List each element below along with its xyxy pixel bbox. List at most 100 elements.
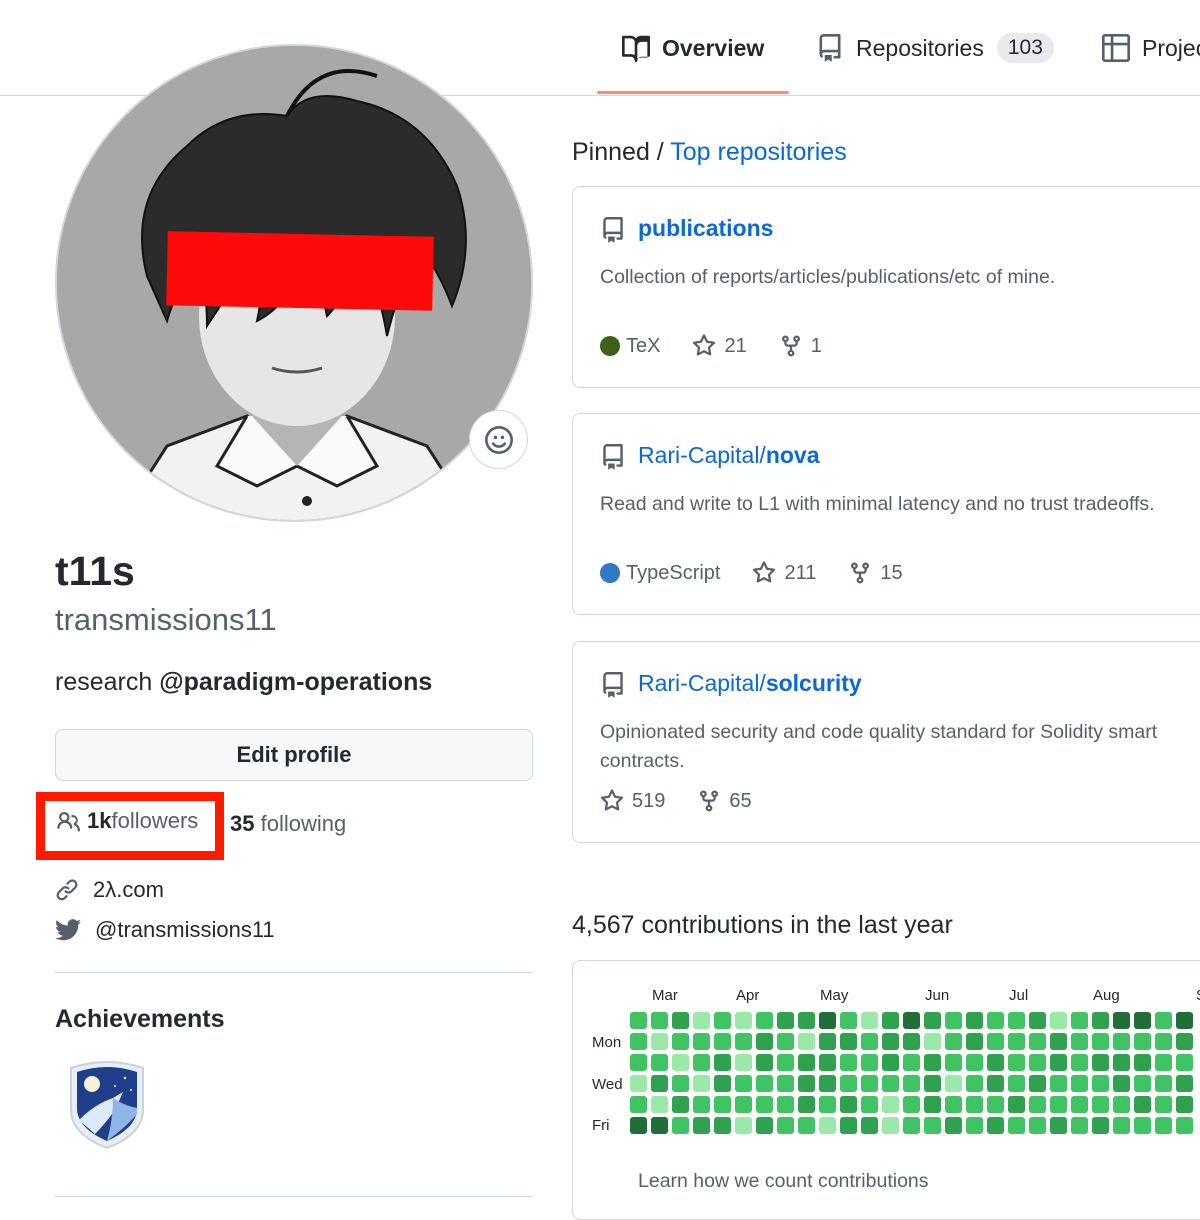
repo-stars-link[interactable]: 21 (692, 334, 747, 358)
contribution-day-cell[interactable] (693, 1117, 710, 1134)
contribution-day-cell[interactable] (861, 1075, 878, 1092)
contribution-day-cell[interactable] (966, 1117, 983, 1134)
website-link[interactable]: 2λ.com (55, 877, 164, 903)
contribution-day-cell[interactable] (798, 1054, 815, 1071)
contribution-day-cell[interactable] (987, 1033, 1004, 1050)
contribution-day-cell[interactable] (1029, 1054, 1046, 1071)
achievement-badge[interactable] (65, 1058, 149, 1155)
contribution-day-cell[interactable] (1008, 1012, 1025, 1029)
contribution-day-cell[interactable] (735, 1117, 752, 1134)
contribution-day-cell[interactable] (1155, 1054, 1172, 1071)
repo-forks-link[interactable]: 15 (848, 561, 903, 585)
contribution-day-cell[interactable] (672, 1117, 689, 1134)
contribution-day-cell[interactable] (1134, 1012, 1151, 1029)
contribution-day-cell[interactable] (798, 1033, 815, 1050)
contribution-day-cell[interactable] (1155, 1012, 1172, 1029)
contribution-day-cell[interactable] (1113, 1117, 1130, 1134)
contribution-day-cell[interactable] (987, 1075, 1004, 1092)
contribution-day-cell[interactable] (630, 1096, 647, 1113)
contribution-day-cell[interactable] (756, 1033, 773, 1050)
contribution-day-cell[interactable] (756, 1096, 773, 1113)
contribution-day-cell[interactable] (756, 1054, 773, 1071)
contribution-day-cell[interactable] (945, 1012, 962, 1029)
contribution-day-cell[interactable] (924, 1075, 941, 1092)
contribution-day-cell[interactable] (1092, 1075, 1109, 1092)
contribution-day-cell[interactable] (1008, 1054, 1025, 1071)
contribution-day-cell[interactable] (777, 1012, 794, 1029)
contribution-day-cell[interactable] (903, 1117, 920, 1134)
contribution-day-cell[interactable] (756, 1075, 773, 1092)
contribution-day-cell[interactable] (945, 1117, 962, 1134)
contribution-day-cell[interactable] (924, 1033, 941, 1050)
contribution-day-cell[interactable] (966, 1033, 983, 1050)
contribution-day-cell[interactable] (714, 1054, 731, 1071)
contribution-day-cell[interactable] (903, 1054, 920, 1071)
contribution-day-cell[interactable] (1008, 1033, 1025, 1050)
contribution-day-cell[interactable] (1092, 1054, 1109, 1071)
contribution-day-cell[interactable] (630, 1054, 647, 1071)
contribution-day-cell[interactable] (798, 1117, 815, 1134)
contribution-day-cell[interactable] (861, 1096, 878, 1113)
contribution-day-cell[interactable] (1134, 1117, 1151, 1134)
contribution-day-cell[interactable] (672, 1075, 689, 1092)
twitter-link[interactable]: @transmissions11 (55, 917, 275, 943)
contribution-day-cell[interactable] (945, 1096, 962, 1113)
contribution-day-cell[interactable] (903, 1033, 920, 1050)
contribution-day-cell[interactable] (882, 1096, 899, 1113)
bio-org-mention[interactable]: @paradigm-operations (159, 668, 432, 696)
contribution-day-cell[interactable] (714, 1096, 731, 1113)
contribution-day-cell[interactable] (672, 1012, 689, 1029)
repo-link[interactable]: Rari-Capital/nova (638, 442, 820, 469)
contribution-day-cell[interactable] (1134, 1075, 1151, 1092)
contribution-day-cell[interactable] (1050, 1012, 1067, 1029)
contribution-day-cell[interactable] (861, 1012, 878, 1029)
contribution-day-cell[interactable] (630, 1033, 647, 1050)
contribution-day-cell[interactable] (1029, 1096, 1046, 1113)
contribution-day-cell[interactable] (1113, 1033, 1130, 1050)
contribution-day-cell[interactable] (651, 1096, 668, 1113)
contribution-day-cell[interactable] (861, 1054, 878, 1071)
contribution-day-cell[interactable] (735, 1054, 752, 1071)
contribution-day-cell[interactable] (630, 1117, 647, 1134)
contribution-day-cell[interactable] (1092, 1117, 1109, 1134)
contribution-day-cell[interactable] (882, 1033, 899, 1050)
contribution-day-cell[interactable] (1071, 1096, 1088, 1113)
contribution-day-cell[interactable] (1092, 1033, 1109, 1050)
contribution-day-cell[interactable] (735, 1012, 752, 1029)
contribution-day-cell[interactable] (1113, 1075, 1130, 1092)
contribution-day-cell[interactable] (777, 1096, 794, 1113)
contribution-day-cell[interactable] (1176, 1096, 1193, 1113)
contribution-day-cell[interactable] (924, 1117, 941, 1134)
contribution-day-cell[interactable] (882, 1054, 899, 1071)
contribution-day-cell[interactable] (966, 1054, 983, 1071)
contribution-day-cell[interactable] (924, 1096, 941, 1113)
contribution-day-cell[interactable] (840, 1075, 857, 1092)
contribution-day-cell[interactable] (1050, 1033, 1067, 1050)
contribution-day-cell[interactable] (630, 1012, 647, 1029)
contribution-day-cell[interactable] (840, 1117, 857, 1134)
contribution-day-cell[interactable] (1071, 1033, 1088, 1050)
contribution-day-cell[interactable] (693, 1033, 710, 1050)
contribution-day-cell[interactable] (1008, 1117, 1025, 1134)
contribution-day-cell[interactable] (903, 1096, 920, 1113)
contribution-day-cell[interactable] (1176, 1117, 1193, 1134)
contribution-day-cell[interactable] (798, 1096, 815, 1113)
contribution-day-cell[interactable] (735, 1075, 752, 1092)
contribution-day-cell[interactable] (903, 1012, 920, 1029)
contribution-day-cell[interactable] (777, 1033, 794, 1050)
contribution-day-cell[interactable] (1092, 1012, 1109, 1029)
contribution-day-cell[interactable] (672, 1054, 689, 1071)
contribution-day-cell[interactable] (735, 1033, 752, 1050)
contribution-day-cell[interactable] (924, 1054, 941, 1071)
contribution-day-cell[interactable] (1008, 1096, 1025, 1113)
contribution-day-cell[interactable] (1050, 1075, 1067, 1092)
repo-forks-link[interactable]: 1 (779, 334, 822, 358)
contribution-day-cell[interactable] (1113, 1012, 1130, 1029)
contribution-day-cell[interactable] (1134, 1054, 1151, 1071)
set-status-button[interactable] (469, 410, 528, 469)
contribution-day-cell[interactable] (987, 1096, 1004, 1113)
following-link[interactable]: 35 following (230, 811, 346, 837)
contribution-day-cell[interactable] (1176, 1033, 1193, 1050)
contribution-day-cell[interactable] (798, 1012, 815, 1029)
contribution-day-cell[interactable] (1176, 1054, 1193, 1071)
